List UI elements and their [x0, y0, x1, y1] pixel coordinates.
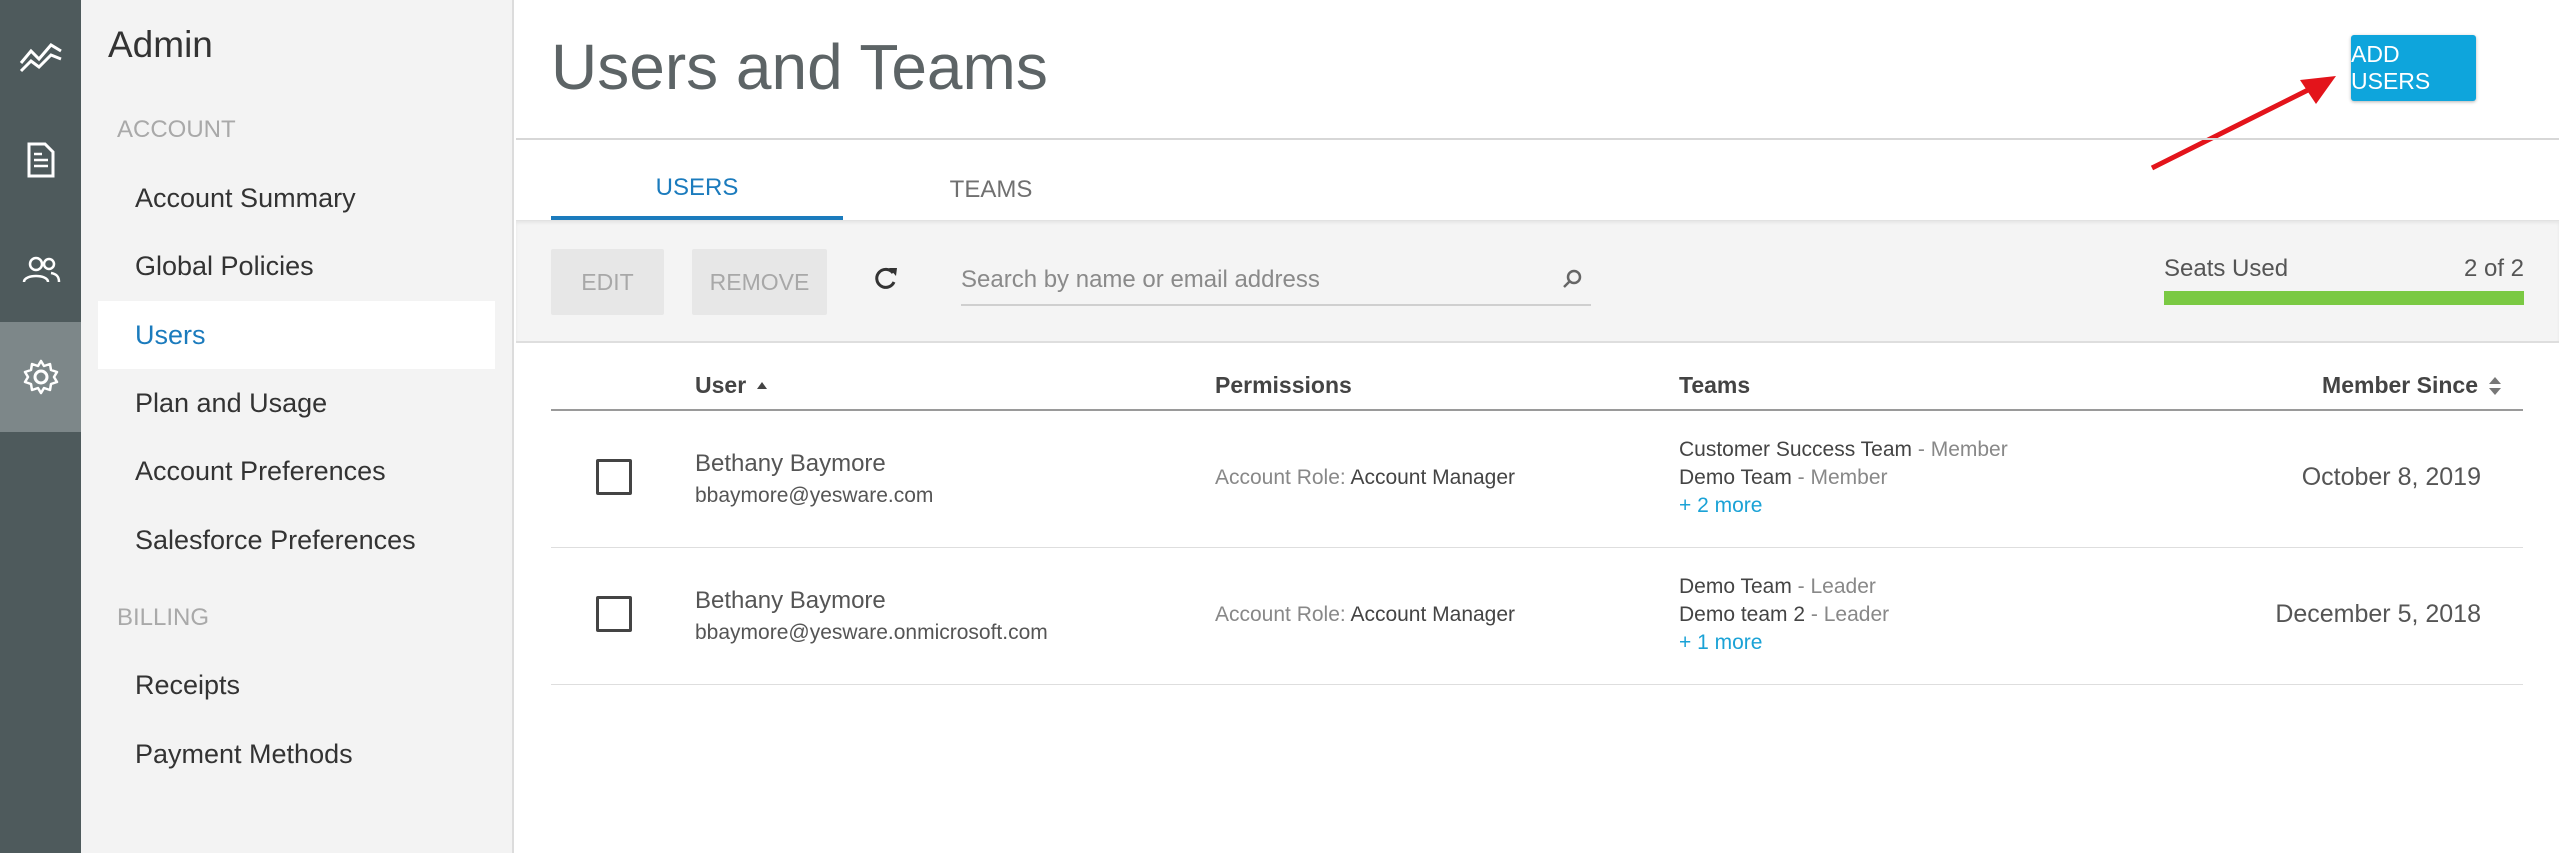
sidebar-title: Admin [108, 24, 213, 65]
account-role-label: Account Role: [1215, 603, 1346, 626]
column-header-permissions: Permissions [1215, 372, 1352, 398]
toolbar: EDIT REMOVE Seats Used 2 of 2 [516, 220, 2559, 343]
more-teams-link[interactable]: + 2 more [1679, 494, 1762, 518]
team-name: Customer Success Team [1679, 438, 1913, 461]
sidebar-item-plan-and-usage[interactable]: Plan and Usage [98, 369, 495, 437]
team-role: - Member [1917, 438, 2008, 461]
sort-ascending-icon [757, 381, 768, 389]
user-name: Bethany Baymore [695, 450, 886, 477]
sidebar-item-account-preferences[interactable]: Account Preferences [98, 437, 495, 505]
row-checkbox[interactable] [596, 459, 632, 495]
team-membership: Demo Team - Member [1679, 466, 1888, 490]
refresh-icon[interactable] [871, 264, 899, 297]
team-role: - Leader [1797, 575, 1876, 598]
search-icon[interactable] [1561, 268, 1583, 295]
row-divider [551, 684, 2523, 685]
annotation-arrow-icon [2150, 76, 2336, 171]
edit-button[interactable]: EDIT [551, 249, 664, 315]
seats-used-fill [2164, 291, 2524, 305]
account-role-value: Account Manager [1350, 603, 1516, 626]
table-header-rule [551, 409, 2523, 411]
member-since-date: December 5, 2018 [2275, 600, 2481, 628]
sidebar-item-users[interactable]: Users [98, 301, 495, 369]
people-icon[interactable] [0, 235, 81, 305]
more-teams-link[interactable]: + 1 more [1679, 631, 1762, 655]
team-membership: Customer Success Team - Member [1679, 438, 2008, 462]
sidebar-item-account-summary[interactable]: Account Summary [98, 164, 495, 232]
seats-used-bar [2164, 291, 2524, 305]
row-checkbox[interactable] [596, 596, 632, 632]
search-input[interactable] [961, 258, 1541, 302]
sidebar-item-receipts[interactable]: Receipts [98, 651, 495, 719]
account-role: Account Role: Account Manager [1215, 603, 1515, 627]
column-header-user[interactable]: User [695, 372, 768, 399]
section-label-account: ACCOUNT [117, 116, 236, 143]
seats-used-value: 2 of 2 [2463, 255, 2524, 282]
user-email: bbaymore@yesware.com [695, 484, 934, 507]
document-icon[interactable] [0, 125, 81, 195]
tab-users[interactable]: USERS [551, 160, 843, 220]
header-divider [516, 138, 2559, 140]
seats-used-label: Seats Used [2164, 255, 2289, 282]
icon-rail [0, 0, 81, 853]
column-header-member-since-label: Member Since [2322, 372, 2478, 398]
team-name: Demo team 2 [1679, 603, 1806, 626]
admin-sidebar: Admin ACCOUNT Account Summary Global Pol… [81, 0, 514, 853]
account-role: Account Role: Account Manager [1215, 466, 1515, 490]
user-name: Bethany Baymore [695, 587, 886, 614]
user-email: bbaymore@yesware.onmicrosoft.com [695, 621, 1048, 644]
add-users-button[interactable]: ADD USERS [2351, 35, 2476, 101]
team-role: - Leader [1810, 603, 1890, 626]
column-header-teams: Teams [1679, 372, 1751, 398]
team-membership: Demo team 2 - Leader [1679, 603, 1889, 627]
analytics-icon[interactable] [0, 20, 81, 90]
gear-icon[interactable] [0, 322, 81, 432]
account-role-value: Account Manager [1350, 466, 1516, 489]
team-name: Demo Team [1679, 466, 1792, 489]
sidebar-item-salesforce-preferences[interactable]: Salesforce Preferences [98, 506, 495, 574]
section-label-billing: BILLING [117, 604, 210, 631]
column-header-member-since[interactable]: Member Since [2322, 372, 2502, 399]
sidebar-item-global-policies[interactable]: Global Policies [98, 232, 495, 300]
team-role: - Member [1797, 466, 1888, 489]
sidebar-item-payment-methods[interactable]: Payment Methods [98, 720, 495, 788]
account-role-label: Account Role: [1215, 466, 1346, 489]
search-field [961, 258, 1591, 306]
row-divider [551, 547, 2523, 548]
remove-button[interactable]: REMOVE [692, 249, 827, 315]
page-title: Users and Teams [551, 31, 1048, 103]
tab-teams[interactable]: TEAMS [845, 160, 1137, 220]
member-since-date: October 8, 2019 [2301, 463, 2481, 491]
team-membership: Demo Team - Leader [1679, 575, 1876, 599]
column-header-user-label: User [695, 372, 747, 398]
team-name: Demo Team [1679, 575, 1792, 598]
sort-icon [2489, 376, 2501, 395]
